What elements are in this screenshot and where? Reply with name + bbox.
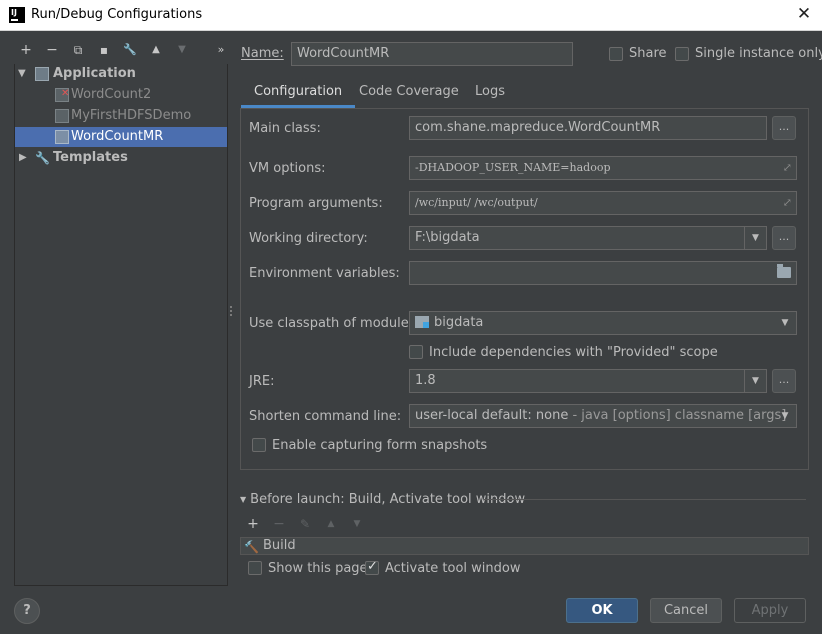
close-icon[interactable]: ✕ <box>794 4 814 24</box>
config-error-icon: ✕ <box>55 88 69 102</box>
working-directory-input[interactable]: F:\bigdata ▼ <box>409 226 767 250</box>
splitter-handle[interactable] <box>229 306 233 320</box>
folder-icon[interactable] <box>777 264 791 278</box>
single-instance-label: Single instance only <box>695 46 822 61</box>
add-icon[interactable]: + <box>245 515 261 533</box>
working-directory-browse-button[interactable]: ... <box>772 226 796 250</box>
classpath-module-label: Use classpath of module: <box>249 316 414 331</box>
application-icon <box>35 67 49 81</box>
collapse-triangle-icon[interactable]: ▼ <box>240 495 246 504</box>
config-icon <box>55 109 69 123</box>
name-label: Name: <box>241 46 284 61</box>
jre-input[interactable]: 1.8 ▼ <box>409 369 767 393</box>
tree-node-templates[interactable]: ▶ 🔧 Templates <box>15 148 227 168</box>
tab-logs[interactable]: Logs <box>462 78 518 108</box>
shorten-command-line-label: Shorten command line: <box>249 409 402 424</box>
before-launch-header[interactable]: ▼ Before launch: Build, Activate tool win… <box>240 492 525 507</box>
chevron-down-icon[interactable]: ▼ <box>774 312 796 334</box>
expand-icon[interactable]: ⤢ <box>783 192 792 214</box>
main-class-input[interactable]: com.shane.mapreduce.WordCountMR <box>409 116 767 140</box>
module-icon <box>415 316 429 328</box>
chevron-down-icon[interactable]: ▼ <box>744 370 766 392</box>
configurations-toolbar: + − ⧉ ▪ 🔧 ▲ ▼ » <box>14 40 228 62</box>
collapse-arrow-icon[interactable]: ▶ <box>19 148 27 168</box>
vm-options-input[interactable]: -DHADOOP_USER_NAME=hadoop ⤢ <box>409 156 797 180</box>
copy-icon[interactable]: ⧉ <box>69 40 87 60</box>
share-checkbox[interactable] <box>609 47 623 61</box>
jre-label: JRE: <box>249 374 275 389</box>
tree-item-wordcount2[interactable]: ✕ WordCount2 <box>15 85 227 105</box>
wrench-icon: 🔧 <box>35 151 50 165</box>
help-button[interactable]: ? <box>14 598 40 624</box>
separator <box>484 499 806 500</box>
hammer-icon: 🔨 <box>244 540 259 554</box>
form-snapshots-checkbox[interactable] <box>252 438 266 452</box>
configurations-tree: ▼ Application ✕ WordCount2 MyFirstHDFSDe… <box>14 64 228 586</box>
apply-button[interactable]: Apply <box>734 598 806 623</box>
name-input[interactable]: WordCountMR <box>291 42 573 66</box>
edit-icon[interactable]: ✎ <box>297 515 313 533</box>
move-up-icon[interactable]: ▲ <box>147 40 165 60</box>
save-icon[interactable]: ▪ <box>95 40 113 60</box>
remove-icon[interactable]: − <box>43 40 61 60</box>
add-icon[interactable]: + <box>17 40 35 60</box>
wrench-icon[interactable]: 🔧 <box>121 40 139 60</box>
working-directory-label: Working directory: <box>249 231 368 246</box>
main-class-label: Main class: <box>249 121 321 136</box>
classpath-module-select[interactable]: bigdata ▼ <box>409 311 797 335</box>
include-provided-checkbox[interactable] <box>409 345 423 359</box>
config-icon <box>55 130 69 144</box>
expand-icon[interactable]: ⤢ <box>783 157 792 179</box>
program-arguments-label: Program arguments: <box>249 196 383 211</box>
tab-configuration[interactable]: Configuration <box>241 78 356 108</box>
cancel-button[interactable]: Cancel <box>650 598 722 623</box>
single-instance-checkbox[interactable] <box>675 47 689 61</box>
more-icon[interactable]: » <box>212 40 230 60</box>
tree-item-wordcountmr[interactable]: WordCountMR <box>15 127 227 147</box>
move-down-icon[interactable]: ▼ <box>349 515 365 533</box>
share-label: Share <box>629 46 667 61</box>
main-class-browse-button[interactable]: ... <box>772 116 796 140</box>
show-page-checkbox[interactable] <box>248 561 262 575</box>
tab-code-coverage[interactable]: Code Coverage <box>346 78 472 108</box>
before-launch-item-build[interactable]: 🔨 Build <box>240 537 809 555</box>
tree-item-myfirsthdfsdemo[interactable]: MyFirstHDFSDemo <box>15 106 227 126</box>
move-down-icon[interactable]: ▼ <box>173 40 191 60</box>
chevron-down-icon[interactable]: ▼ <box>774 405 796 427</box>
activate-tool-window-checkbox[interactable] <box>365 559 379 575</box>
include-provided-label: Include dependencies with "Provided" sco… <box>429 345 718 360</box>
intellij-app-icon: IJ <box>9 7 25 23</box>
environment-variables-label: Environment variables: <box>249 266 400 281</box>
vm-options-label: VM options: <box>249 161 326 176</box>
program-arguments-input[interactable]: /wc/input/ /wc/output/⤢ <box>409 191 797 215</box>
show-page-label: Show this page <box>268 561 368 576</box>
jre-browse-button[interactable]: ... <box>772 369 796 393</box>
title-bar: IJ Run/Debug Configurations ✕ <box>0 0 822 31</box>
activate-tool-window-label: Activate tool window <box>385 561 521 576</box>
move-up-icon[interactable]: ▲ <box>323 515 339 533</box>
remove-icon[interactable]: − <box>271 515 287 533</box>
ok-button[interactable]: OK <box>566 598 638 623</box>
window-title: Run/Debug Configurations <box>31 7 203 22</box>
chevron-down-icon[interactable]: ▼ <box>744 227 766 249</box>
tree-node-application[interactable]: ▼ Application <box>15 64 227 84</box>
shorten-command-line-select[interactable]: user-local default: none - java [options… <box>409 404 797 428</box>
environment-variables-input[interactable] <box>409 261 797 285</box>
form-snapshots-label: Enable capturing form snapshots <box>272 438 488 453</box>
expand-arrow-icon[interactable]: ▼ <box>18 64 26 84</box>
